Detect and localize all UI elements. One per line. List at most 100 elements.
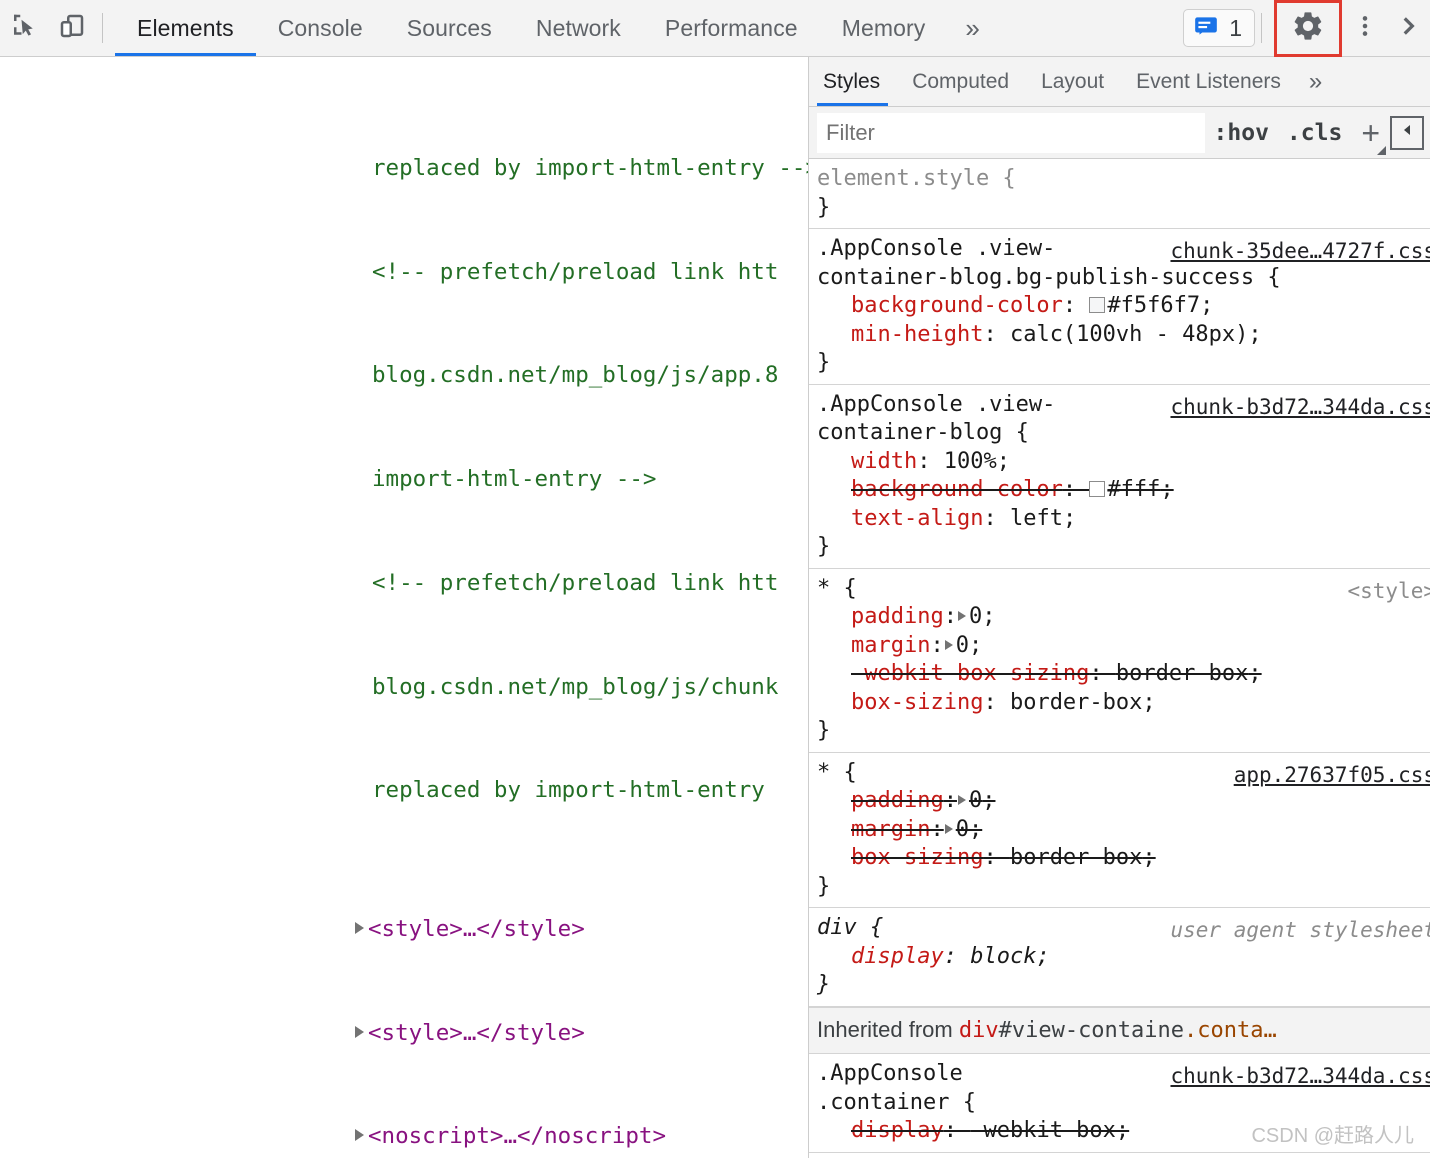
computed-sidebar-toggle-button[interactable] bbox=[1390, 115, 1424, 150]
css-property-name[interactable]: display bbox=[851, 1118, 944, 1143]
css-property-name[interactable]: display bbox=[851, 944, 944, 969]
css-property-name[interactable]: -webkit-box-sizing bbox=[851, 661, 1089, 686]
css-property-name[interactable]: width bbox=[851, 449, 917, 474]
css-property-value[interactable]: #fff bbox=[1107, 477, 1160, 502]
tab-performance[interactable]: Performance bbox=[643, 0, 820, 56]
css-property-value[interactable]: 100% bbox=[944, 449, 997, 474]
settings-button[interactable] bbox=[1274, 0, 1342, 57]
css-rule-universal-app-css[interactable]: app.27637f05.css * { padding: 0; margin: 0… bbox=[809, 753, 1430, 908]
tab-styles[interactable]: Styles bbox=[809, 57, 896, 106]
new-style-rule-button[interactable]: + bbox=[1351, 117, 1386, 155]
css-declaration[interactable]: background-color: #f5f6f7; bbox=[817, 292, 1430, 321]
element-classes-button[interactable]: .cls bbox=[1278, 120, 1351, 146]
css-declaration[interactable]: display: block; bbox=[817, 943, 1430, 972]
expand-shorthand-icon[interactable] bbox=[944, 823, 953, 834]
tab-memory[interactable]: Memory bbox=[820, 0, 948, 56]
stylesheet-link[interactable]: app.27637f05.css bbox=[1234, 763, 1430, 787]
expand-triangle-icon[interactable] bbox=[355, 1025, 364, 1038]
message-count-button[interactable]: 1 bbox=[1183, 9, 1255, 47]
tab-computed[interactable]: Computed bbox=[896, 57, 1025, 106]
dom-line[interactable]: <!-- prefetch/preload link htt bbox=[0, 255, 808, 290]
css-property-name[interactable]: background-color bbox=[851, 293, 1063, 318]
expand-shorthand-icon[interactable] bbox=[944, 639, 953, 650]
css-rule-user-agent-div[interactable]: user agent stylesheet div { display: blo… bbox=[809, 908, 1430, 1007]
css-property-name[interactable]: text-align bbox=[851, 506, 983, 531]
css-property-name[interactable]: box-sizing bbox=[851, 845, 983, 870]
css-property-name[interactable]: min-height bbox=[851, 322, 983, 347]
css-property-value[interactable]: #f5f6f7 bbox=[1107, 293, 1200, 318]
css-property-value[interactable]: 0 bbox=[956, 633, 969, 658]
css-declaration[interactable]: min-height: calc(100vh - 48px); bbox=[817, 321, 1430, 350]
css-property-value[interactable]: 0 bbox=[956, 817, 969, 842]
css-rule-view-container-blog[interactable]: chunk-b3d72…344da.css .AppConsole .view-… bbox=[809, 385, 1430, 569]
css-declaration[interactable]: padding: 0; bbox=[817, 603, 1430, 632]
styles-more-tabs-button[interactable]: » bbox=[1297, 57, 1334, 106]
tab-event-listeners[interactable]: Event Listeners bbox=[1120, 57, 1297, 106]
css-declaration-overridden[interactable]: background-color: #fff; bbox=[817, 476, 1430, 505]
css-rule-app-console-container[interactable]: chunk-b3d72…344da.css .AppConsole .conta… bbox=[809, 1054, 1430, 1153]
dom-line[interactable]: replaced by import-html-entry --> bbox=[0, 151, 808, 186]
stylesheet-link[interactable]: chunk-b3d72…344da.css bbox=[1170, 395, 1430, 419]
css-declaration-overridden[interactable]: -webkit-box-sizing: border-box; bbox=[817, 660, 1430, 689]
css-declaration[interactable]: width: 100%; bbox=[817, 448, 1430, 477]
css-selector-line-2[interactable]: container-blog { bbox=[817, 419, 1430, 448]
dom-line[interactable]: <style>…</style> bbox=[0, 1016, 808, 1051]
tab-network[interactable]: Network bbox=[514, 0, 643, 56]
css-property-value[interactable]: border-box bbox=[1010, 690, 1142, 715]
dom-line[interactable]: blog.csdn.net/mp_blog/js/chunk bbox=[0, 670, 808, 705]
css-property-name[interactable]: margin bbox=[851, 633, 930, 658]
tab-elements[interactable]: Elements bbox=[115, 0, 256, 56]
dom-line[interactable]: replaced by import-html-entry bbox=[0, 773, 808, 808]
dom-line[interactable]: <noscript>…</noscript> bbox=[0, 1119, 808, 1154]
dom-line[interactable]: <style>…</style> bbox=[0, 912, 808, 947]
tab-sources[interactable]: Sources bbox=[385, 0, 514, 56]
css-property-value[interactable]: border-box bbox=[1010, 845, 1142, 870]
expand-triangle-icon[interactable] bbox=[355, 921, 364, 934]
stylesheet-link[interactable]: chunk-35dee…4727f.css bbox=[1170, 239, 1430, 263]
more-tabs-button[interactable]: » bbox=[947, 0, 997, 56]
expand-shorthand-icon[interactable] bbox=[957, 795, 966, 805]
css-property-name[interactable]: padding bbox=[851, 604, 944, 629]
css-property-value[interactable]: 0 bbox=[969, 604, 982, 629]
css-declaration[interactable]: margin: 0; bbox=[817, 632, 1430, 661]
expand-shorthand-icon[interactable] bbox=[957, 611, 966, 621]
dom-tree-panel[interactable]: replaced by import-html-entry --> <!-- p… bbox=[0, 57, 808, 1158]
css-selector-line[interactable]: element.style { bbox=[817, 165, 1430, 194]
css-declaration[interactable]: box-sizing: border-box; bbox=[817, 689, 1430, 718]
device-toolbar-button[interactable] bbox=[48, 0, 96, 56]
tab-console[interactable]: Console bbox=[256, 0, 385, 56]
color-swatch-icon[interactable] bbox=[1089, 481, 1106, 497]
stylesheet-link[interactable]: chunk-b3d72…344da.css bbox=[1170, 1064, 1430, 1088]
css-declaration-overridden[interactable]: box-sizing: border-box; bbox=[817, 844, 1430, 873]
expand-triangle-icon[interactable] bbox=[355, 1129, 364, 1142]
inspect-element-button[interactable] bbox=[0, 0, 48, 56]
css-selector-line[interactable]: * { bbox=[817, 575, 1430, 604]
css-declaration-overridden[interactable]: padding: 0; bbox=[817, 787, 1430, 816]
css-selector-line-2[interactable]: .container { bbox=[817, 1089, 1430, 1118]
css-property-value[interactable]: calc(100vh - 48px) bbox=[1010, 322, 1248, 347]
css-rule-universal-style-tag[interactable]: <style> * { padding: 0; margin: 0; -webkit… bbox=[809, 569, 1430, 753]
hover-state-button[interactable]: :hov bbox=[1205, 120, 1278, 146]
tab-layout[interactable]: Layout bbox=[1025, 57, 1120, 106]
css-property-name[interactable]: padding bbox=[851, 788, 944, 813]
color-swatch-icon[interactable] bbox=[1089, 297, 1106, 313]
css-property-value[interactable]: block bbox=[970, 944, 1036, 969]
css-declaration-overridden[interactable]: margin: 0; bbox=[817, 816, 1430, 845]
css-property-name[interactable]: background-color bbox=[851, 477, 1063, 502]
css-property-value[interactable]: border-box bbox=[1116, 661, 1248, 686]
expand-right-button[interactable] bbox=[1388, 0, 1428, 57]
css-property-value[interactable]: left bbox=[1010, 506, 1063, 531]
css-declaration-overridden[interactable]: display: -webkit-box; bbox=[817, 1117, 1430, 1146]
dom-line[interactable]: <!-- prefetch/preload link htt bbox=[0, 566, 808, 601]
css-property-value[interactable]: -webkit-box; bbox=[970, 1118, 1129, 1143]
css-declaration[interactable]: text-align: left; bbox=[817, 505, 1430, 534]
dom-line[interactable]: blog.csdn.net/mp_blog/js/app.8 bbox=[0, 358, 808, 393]
css-property-name[interactable]: margin bbox=[851, 817, 930, 842]
dom-line[interactable]: import-html-entry --> bbox=[0, 462, 808, 497]
css-rule-element-style[interactable]: element.style { } bbox=[809, 159, 1430, 229]
styles-filter-input[interactable] bbox=[817, 112, 1205, 153]
css-selector-line-2[interactable]: container-blog.bg-publish-success { bbox=[817, 264, 1430, 293]
css-rule-bg-publish-success[interactable]: chunk-35dee…4727f.css .AppConsole .view-… bbox=[809, 229, 1430, 385]
css-property-value[interactable]: 0 bbox=[969, 788, 982, 813]
more-options-button[interactable] bbox=[1342, 0, 1388, 57]
